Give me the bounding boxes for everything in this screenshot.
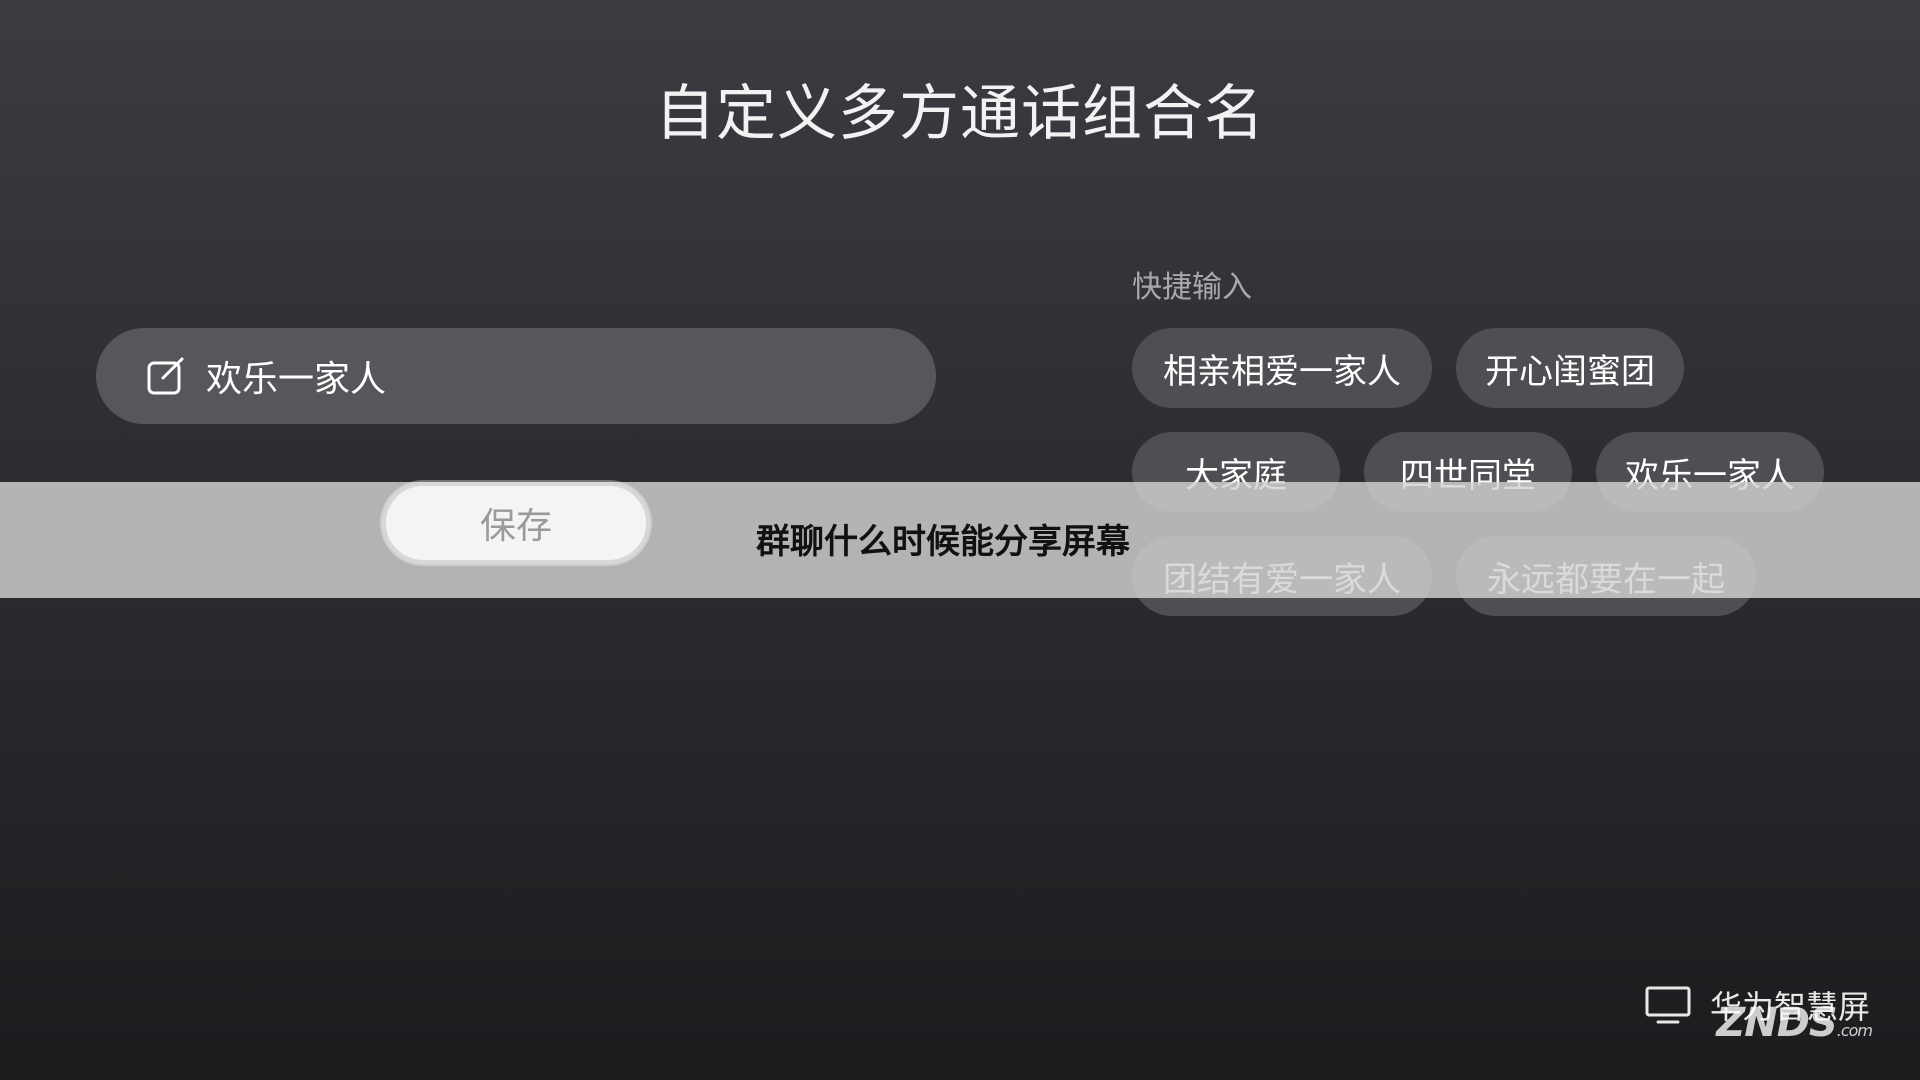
page-title: 自定义多方通话组合名 (655, 79, 1265, 149)
edit-icon (146, 356, 186, 396)
quick-input-label: 快捷输入 (1132, 270, 1252, 305)
quick-chip-1[interactable]: 相亲相爱一家人 (1132, 328, 1432, 408)
caption-overlay-text: 群聊什么时候能分享屏幕 (756, 522, 1130, 562)
znds-watermark: ZNDS.com (1716, 1000, 1873, 1046)
tv-icon (1644, 985, 1692, 1025)
group-name-value: 欢乐一家人 (206, 359, 387, 400)
group-name-input[interactable]: 欢乐一家人 (96, 328, 936, 424)
quick-chip-2[interactable]: 开心闺蜜团 (1456, 328, 1684, 408)
watermark-suffix: .com (1836, 1021, 1873, 1040)
save-button[interactable]: 保存 (382, 482, 650, 564)
watermark-text: ZNDS (1716, 1000, 1837, 1046)
